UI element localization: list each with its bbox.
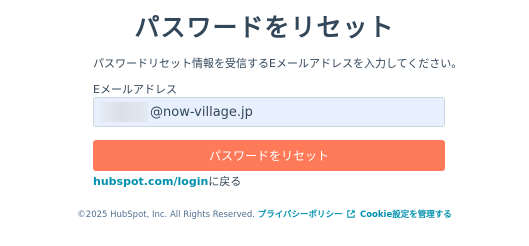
cookie-settings-link[interactable]: Cookie設定を管理する <box>360 210 452 220</box>
email-label: Eメールアドレス <box>93 83 177 96</box>
back-suffix: に戻る <box>208 175 242 188</box>
email-field[interactable]: @now-village.jp <box>93 97 445 127</box>
page-title: パスワードをリセット <box>134 13 395 42</box>
footer: ©2025 HubSpot, Inc. All Rights Reserved.… <box>0 208 529 221</box>
email-value: @now-village.jp <box>150 104 253 120</box>
login-link[interactable]: hubspot.com/login <box>93 175 208 188</box>
instructions-text: パスワードリセット情報を受信するEメールアドレスを入力してください。 <box>93 57 463 70</box>
back-to-login: hubspot.com/loginに戻る <box>93 173 241 189</box>
reset-password-button[interactable]: パスワードをリセット <box>93 140 445 171</box>
redacted-email-prefix <box>100 102 148 122</box>
privacy-policy-link[interactable]: プライバシーポリシー <box>258 210 343 220</box>
copyright-text: ©2025 HubSpot, Inc. All Rights Reserved. <box>77 210 256 220</box>
reset-password-page: パスワードをリセット パスワードリセット情報を受信するEメールアドレスを入力して… <box>0 0 529 246</box>
external-link-icon <box>347 210 355 221</box>
